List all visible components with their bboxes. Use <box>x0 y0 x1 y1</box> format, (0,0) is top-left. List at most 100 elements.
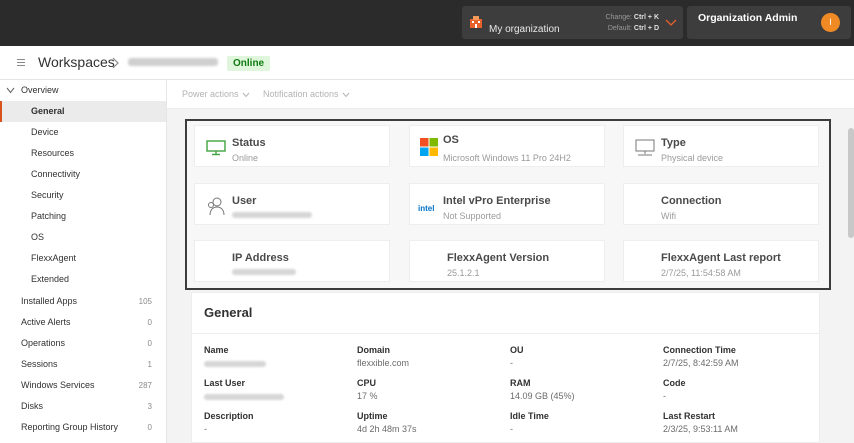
sidebar-item-os[interactable]: OS <box>0 227 166 248</box>
type-card: Type Physical device <box>623 125 819 167</box>
sidebar-item-windows-services[interactable]: Windows Services 287 <box>0 375 166 396</box>
connection-value: Wifi <box>661 211 676 221</box>
menu-icon[interactable] <box>17 59 25 67</box>
field-description: Description - <box>204 411 354 436</box>
agent-report-card: FlexxAgent Last report 2/7/25, 11:54:58 … <box>623 240 819 282</box>
intel-logo-icon: intel <box>418 204 435 213</box>
sidebar-item-count: 1 <box>147 360 152 369</box>
sidebar-item-label: Connectivity <box>31 169 81 179</box>
sidebar-item-patching[interactable]: Patching <box>0 206 166 227</box>
notification-actions-dropdown[interactable]: Notification actions <box>263 89 350 99</box>
field-label: Code <box>663 378 686 388</box>
user-menu[interactable]: Organization Admin I <box>687 6 851 39</box>
organization-switcher[interactable]: My organization Change: Ctrl + K Default… <box>462 6 683 39</box>
sidebar-item-count: 3 <box>147 402 152 411</box>
agent-report-title: FlexxAgent Last report <box>661 252 781 264</box>
sidebar-item-label: Operations <box>21 338 66 348</box>
field-label: Last User <box>204 378 246 388</box>
field-name: Name <box>204 345 354 367</box>
os-card: OS Microsoft Windows 11 Pro 24H2 <box>409 125 605 167</box>
panel-title: General <box>204 305 253 320</box>
sidebar-item-security[interactable]: Security <box>0 185 166 206</box>
status-card: Status Online <box>194 125 390 167</box>
field-value: 17 % <box>357 391 378 401</box>
field-uptime: Uptime 4d 2h 48m 37s <box>357 411 507 436</box>
sidebar-item-label: Device <box>31 127 59 137</box>
sidebar-item-label: Resources <box>31 148 75 158</box>
field-last-restart: Last Restart 2/3/25, 9:53:11 AM <box>663 411 813 436</box>
chevron-down-icon <box>665 19 677 26</box>
field-connection-time: Connection Time 2/7/25, 8:42:59 AM <box>663 345 813 370</box>
sidebar-item-installed-apps[interactable]: Installed Apps 105 <box>0 291 166 312</box>
agent-report-value: 2/7/25, 11:54:58 AM <box>661 268 741 278</box>
sidebar-item-operations[interactable]: Operations 0 <box>0 333 166 354</box>
power-actions-dropdown[interactable]: Power actions <box>182 89 250 99</box>
field-value-redacted <box>204 361 266 367</box>
connection-card: Connection Wifi <box>623 183 819 225</box>
status-value: Online <box>232 153 259 163</box>
sidebar-item-label: Sessions <box>21 359 58 369</box>
scrollbar[interactable] <box>848 128 854 238</box>
status-title: Status <box>232 137 266 149</box>
sidebar-item-resources[interactable]: Resources <box>0 143 166 164</box>
sidebar-item-flexxagent[interactable]: FlexxAgent <box>0 248 166 269</box>
sidebar-item-active-alerts[interactable]: Active Alerts 0 <box>0 312 166 333</box>
default-shortcut-keys: Ctrl + D <box>633 25 659 32</box>
main-content: Power actions Notification actions Statu… <box>167 80 854 443</box>
windows-logo-icon <box>420 138 438 156</box>
chevron-down-icon <box>6 87 15 94</box>
notification-actions-label: Notification actions <box>263 89 339 99</box>
os-value: Microsoft Windows 11 Pro 24H2 <box>443 153 571 163</box>
user-name: Organization Admin <box>698 12 798 24</box>
field-value-redacted <box>204 394 284 400</box>
sidebar-item-count: 287 <box>138 381 152 390</box>
field-label: Name <box>204 345 229 355</box>
sidebar: Overview General Device Resources Connec… <box>0 80 167 443</box>
field-domain: Domain flexxible.com <box>357 345 507 370</box>
organization-shortcuts: Change: Ctrl + K Default: Ctrl + D <box>605 12 659 34</box>
field-label: Description <box>204 411 254 421</box>
sidebar-item-reporting-group-history[interactable]: Reporting Group History 0 <box>0 417 166 438</box>
default-shortcut-label: Default: <box>607 25 632 32</box>
field-ram: RAM 14.09 GB (45%) <box>510 378 660 403</box>
computer-icon <box>635 139 655 156</box>
summary-cards: Status Online OS Microsoft Windows 11 Pr… <box>185 119 831 290</box>
sidebar-item-label: General <box>31 106 65 116</box>
agent-version-title: FlexxAgent Version <box>447 252 550 264</box>
chevron-down-icon <box>242 92 249 97</box>
sidebar-item-connectivity[interactable]: Connectivity <box>0 164 166 185</box>
field-label: Last Restart <box>663 411 716 421</box>
sidebar-item-label: OS <box>31 232 45 242</box>
actions-toolbar: Power actions Notification actions <box>167 80 854 109</box>
ip-card: IP Address <box>194 240 390 282</box>
field-cpu: CPU 17 % <box>357 378 507 403</box>
sidebar-item-label: Extended <box>31 274 70 284</box>
breadcrumb-workspace-name-redacted <box>128 58 218 66</box>
user-title: User <box>232 195 257 207</box>
sidebar-item-device[interactable]: Device <box>0 122 166 143</box>
sidebar-group-overview[interactable]: Overview <box>0 80 166 101</box>
sidebar-item-disks[interactable]: Disks 3 <box>0 396 166 417</box>
sidebar-item-count: 0 <box>147 318 152 327</box>
divider <box>192 333 819 334</box>
sidebar-item-general[interactable]: General <box>0 101 166 122</box>
sidebar-group-label: Overview <box>21 85 59 95</box>
breadcrumb-workspaces[interactable]: Workspaces <box>38 54 115 70</box>
sidebar-item-sessions[interactable]: Sessions 1 <box>0 354 166 375</box>
sidebar-item-label: Windows Services <box>21 380 95 390</box>
change-shortcut-label: Change: <box>605 14 632 21</box>
field-value: - <box>510 358 513 368</box>
field-code: Code - <box>663 378 813 403</box>
field-idle-time: Idle Time - <box>510 411 660 436</box>
sidebar-item-label: FlexxAgent <box>31 253 77 263</box>
avatar: I <box>821 13 840 32</box>
vpro-card: intel Intel vPro Enterprise Not Supporte… <box>409 183 605 225</box>
field-label: RAM <box>510 378 531 388</box>
sidebar-item-extended[interactable]: Extended <box>0 269 166 290</box>
field-last-user: Last User <box>204 378 354 400</box>
agent-version-value: 25.1.2.1 <box>447 268 480 278</box>
field-ou: OU - <box>510 345 660 370</box>
field-label: OU <box>510 345 524 355</box>
os-title: OS <box>443 134 459 146</box>
field-value: 2/3/25, 9:53:11 AM <box>663 424 738 434</box>
